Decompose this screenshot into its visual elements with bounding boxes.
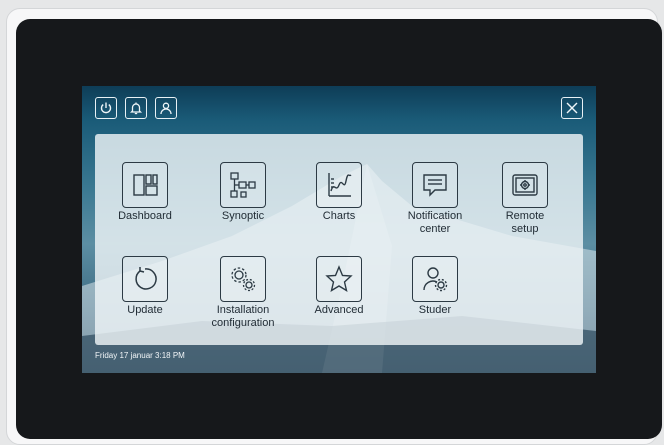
tile-label: Charts [322,210,356,222]
studer-user-icon [423,267,448,292]
tile-label: Synoptic [221,210,265,222]
tile-update[interactable]: Update [95,256,195,317]
app-menu-panel: Dashboard Synoptic Charts Notification c… [95,134,583,345]
tile-label: Dashboard [118,210,172,222]
close-button[interactable] [561,97,583,119]
tile-label: Notification center [407,210,463,235]
tile-installation-configuration[interactable]: Installation configuration [193,256,293,330]
tile-label: Remote setup [505,210,545,235]
tile-studer[interactable]: Studer [385,256,485,317]
tile-dashboard[interactable]: Dashboard [95,162,195,223]
notifications-button[interactable] [125,97,147,119]
update-icon [135,267,157,290]
charts-icon [328,173,352,197]
tile-synoptic[interactable]: Synoptic [193,162,293,223]
status-datetime: Friday 17 januar 3:18 PM [95,351,185,360]
user-icon [160,102,172,115]
tile-label: Update [127,304,163,316]
tile-remote-setup[interactable]: Remote setup [475,162,575,236]
touch-screen: Dashboard Synoptic Charts Notification c… [82,86,596,373]
star-icon [325,265,353,292]
installation-config-icon [231,267,256,292]
power-button[interactable] [95,97,117,119]
synoptic-icon [230,172,256,198]
power-icon [100,102,112,114]
tile-notification-center[interactable]: Notification center [385,162,485,236]
close-icon [566,102,578,114]
tile-advanced[interactable]: Advanced [289,256,389,317]
tile-label: Advanced [314,304,364,316]
user-button[interactable] [155,97,177,119]
tile-label: Studer [418,304,452,316]
remote-setup-icon [512,174,538,196]
dashboard-icon [133,174,158,196]
notification-icon [423,174,447,197]
tile-charts[interactable]: Charts [289,162,389,223]
top-bar [82,86,596,126]
tile-label: Installation configuration [211,304,275,329]
bell-icon [129,102,143,115]
